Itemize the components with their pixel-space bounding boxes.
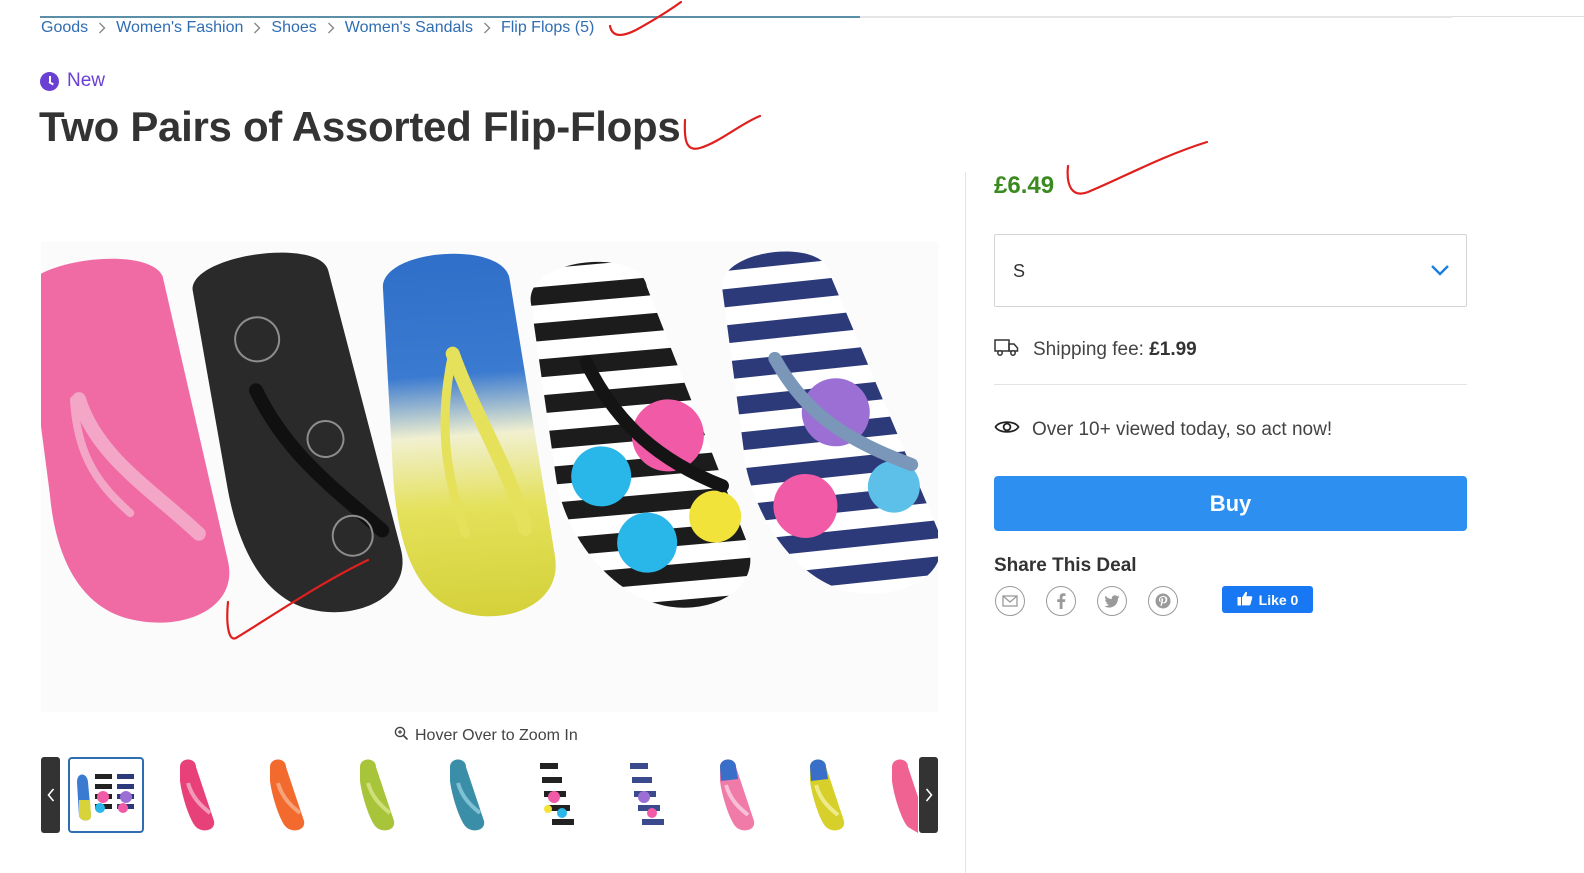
thumbnail-9[interactable] [788,757,864,833]
header-divider [40,16,1452,18]
thumbnail-1[interactable] [68,757,144,833]
eye-icon [994,418,1020,442]
buy-button[interactable]: Buy [994,476,1467,531]
views-notice: Over 10+ viewed today, so act now! [994,418,1332,442]
section-divider [994,384,1467,385]
thumbnail-8[interactable] [698,757,774,833]
shipping-fee: £1.99 [1149,339,1197,360]
size-select[interactable]: S [994,234,1467,307]
product-image[interactable] [41,242,938,712]
breadcrumb-goods[interactable]: Goods [41,19,88,37]
navy-floral-flip-flop-icon [630,759,665,831]
zoom-in-icon [394,726,409,746]
header-border [1452,16,1584,17]
product-price: £6.49 [994,172,1055,199]
share-title: Share This Deal [994,555,1137,576]
chevron-right-icon [98,22,106,34]
annotation-check-breadcrumb [608,0,683,36]
twitter-icon[interactable] [1097,586,1127,616]
header-accent-line [40,16,860,18]
chevron-right-icon [483,22,491,34]
chevron-left-icon [46,788,54,802]
breadcrumb-womens-sandals[interactable]: Women's Sandals [345,19,473,37]
flip-flop-set-icon [73,764,139,826]
chevron-right-icon [327,22,335,34]
thumbnail-prev-button[interactable] [41,757,60,833]
blue-yellow-flip-flop-icon [810,759,845,831]
thumbnail-next-button[interactable] [919,757,938,833]
email-icon[interactable] [995,586,1025,616]
thumbnail-strip [41,757,938,833]
thumbnail-7[interactable] [608,757,684,833]
facebook-like-label: Like 0 [1258,591,1299,608]
truck-icon [994,337,1019,363]
teal-flip-flop-icon [450,759,485,831]
product-title: Two Pairs of Assorted Flip-Flops [39,103,681,150]
thumbnail-6[interactable] [518,757,594,833]
pinterest-icon[interactable] [1148,586,1178,616]
facebook-icon[interactable] [1046,586,1076,616]
orange-flip-flop-icon [270,759,305,831]
blue-pink-flip-flop-icon [720,759,755,831]
zoom-hint: Hover Over to Zoom In [394,726,578,746]
pink-flip-flop-icon [180,759,215,831]
clock-icon [40,71,59,91]
shipping-label: Shipping fee: [1033,339,1144,360]
share-icons [995,586,1178,616]
chevron-right-icon [925,788,933,802]
breadcrumb-womens-fashion[interactable]: Women's Fashion [116,19,243,37]
breadcrumb-shoes[interactable]: Shoes [271,19,316,37]
pink-partial-flip-flop-icon [892,759,918,833]
facebook-like-button[interactable]: Like 0 [1222,586,1313,613]
new-badge: New [40,70,105,92]
thumbnail-4[interactable] [338,757,414,833]
lime-flip-flop-icon [360,759,395,831]
thumbs-up-icon [1237,591,1253,609]
black-floral-flip-flop-icon [540,759,575,831]
size-select-value: S [1013,261,1026,281]
thumbnail-2[interactable] [158,757,234,833]
thumbnail-5[interactable] [428,757,504,833]
annotation-check-price [1066,140,1209,195]
views-text: Over 10+ viewed today, so act now! [1032,419,1333,440]
new-badge-label: New [67,70,106,91]
shipping-info: Shipping fee: £1.99 [994,337,1197,363]
chevron-right-icon [253,22,261,34]
annotation-check-title [683,114,762,150]
chevron-down-icon [1430,263,1450,281]
column-divider [965,172,966,873]
thumbnail-10[interactable] [878,757,918,833]
breadcrumb-flip-flops[interactable]: Flip Flops (5) [501,19,594,37]
breadcrumb: Goods Women's Fashion Shoes Women's Sand… [41,19,594,37]
zoom-hint-text: Hover Over to Zoom In [415,727,578,744]
thumbnail-3[interactable] [248,757,324,833]
